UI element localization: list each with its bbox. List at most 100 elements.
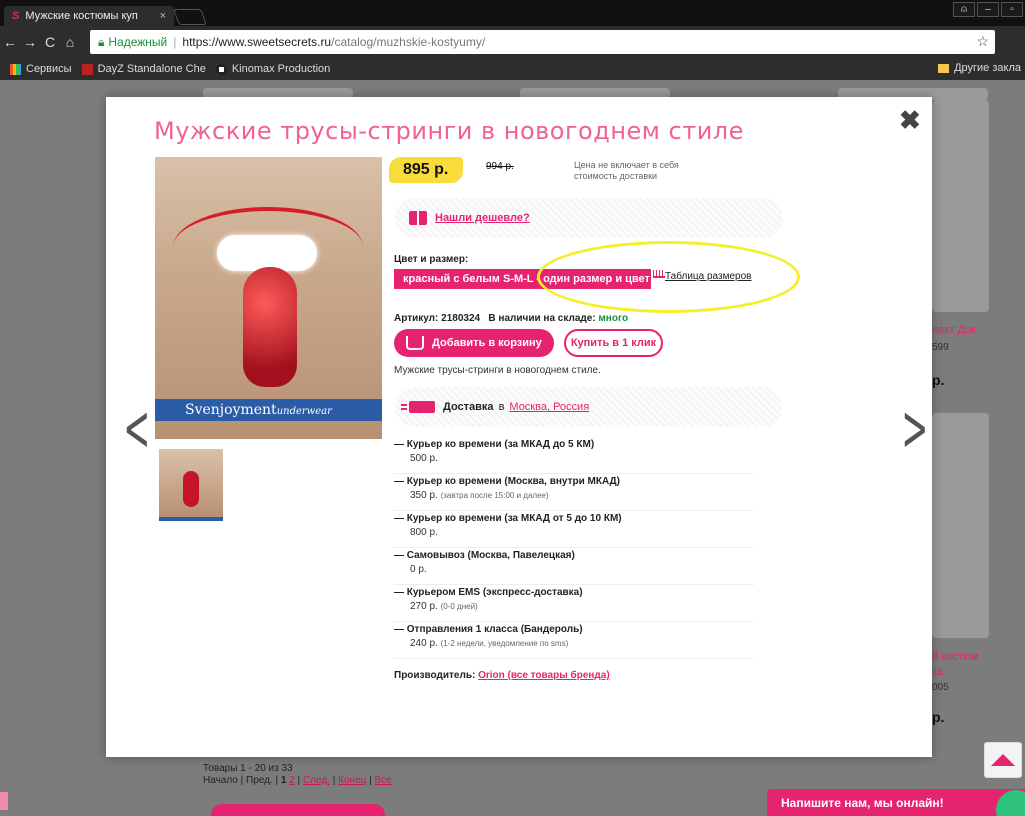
close-icon[interactable]: ✖ (899, 105, 921, 136)
delivery-option-price: 270 р. (410, 601, 438, 612)
found-cheaper-box: Нашли дешевле? (395, 198, 783, 238)
other-bookmarks-label: Другие закла (954, 62, 1021, 74)
pager-all[interactable]: Все (374, 775, 391, 786)
product-modal: ✖ Мужские трусы-стринги в новогоднем сти… (106, 97, 932, 757)
chat-widget[interactable]: Напишите нам, мы онлайн! (767, 789, 1025, 816)
bookmark-kinomax[interactable]: Kinomax Production (215, 63, 331, 75)
site-favicon-icon: S (12, 10, 20, 22)
secure-label: Надежный (108, 35, 168, 49)
delivery-option-note: (завтра после 15:00 и далее) (440, 491, 549, 500)
brand-band: Svenjoymentunderwear (155, 399, 382, 421)
price: 895 р. (389, 157, 463, 183)
thumb-detail (183, 471, 199, 507)
add-to-cart-button[interactable]: Добавить в корзину (394, 329, 554, 357)
old-price: 994 р. (486, 161, 514, 172)
bookmark-dayz[interactable]: DayZ Standalone Che (81, 63, 206, 75)
product-card-link[interactable]: лект Док (932, 324, 976, 336)
folder-icon (938, 63, 950, 73)
next-product-icon[interactable]: > (901, 397, 928, 461)
product-card-link[interactable]: й костюм (932, 651, 978, 663)
sku-line: Артикул: 2180324 В наличии на складе: мн… (394, 313, 628, 324)
delivery-option: — Курьером EMS (экспресс-доставка) 270 р… (394, 585, 754, 622)
pager-start: Начало (203, 775, 238, 786)
sku: Артикул: 2180324 (394, 313, 481, 324)
kinomax-icon (215, 63, 227, 75)
url-input[interactable]: 🔒︎ Надежный | https://www.sweetsecrets.r… (90, 30, 995, 54)
delivery-option-price: 350 р. (410, 490, 438, 501)
bookmark-label: Kinomax Production (231, 63, 331, 75)
tab-close-icon[interactable]: × (160, 10, 166, 22)
product-card-image[interactable] (932, 413, 989, 638)
address-bar: ← → C ⌂ 🔒︎ Надежный | https://www.sweets… (0, 26, 1025, 58)
back-icon[interactable]: ← (0, 34, 20, 50)
product-photo[interactable]: Svenjoymentunderwear (155, 157, 382, 439)
delivery-option-name: — Курьер ко времени (за МКАД до 5 КМ) (394, 439, 595, 450)
reload-icon[interactable]: C (40, 34, 60, 50)
product-thumbnail[interactable] (159, 449, 223, 521)
found-cheaper-link[interactable]: Нашли дешевле? (435, 212, 530, 224)
photo-detail (243, 267, 297, 387)
forward-icon[interactable]: → (20, 34, 40, 50)
new-tab-button[interactable] (173, 9, 207, 25)
pager-next[interactable]: След. (303, 775, 330, 786)
browser-tab[interactable]: S Мужские костюмы куп × (4, 6, 174, 26)
gift-icon (409, 211, 427, 225)
url-path: /catalog/muzhskie-kostyumy/ (331, 35, 486, 49)
stock-label: В наличии на складе: (488, 313, 596, 324)
lock-icon: 🔒︎ (98, 34, 105, 49)
window-controls: ⍝ – ▫ (953, 2, 1023, 17)
product-card-image[interactable] (932, 100, 989, 312)
delivery-option-name: — Самовывоз (Москва, Павелецкая) (394, 550, 575, 561)
minimize-icon[interactable]: – (977, 2, 999, 17)
buy-one-click-button[interactable]: Купить в 1 клик (564, 329, 663, 357)
delivery-city-link[interactable]: Москва, Россия (509, 401, 589, 413)
photo-brand: Svenjoyment (185, 402, 277, 418)
arrow-up-icon (991, 754, 1015, 766)
delivery-option: — Курьер ко времени (за МКАД до 5 КМ) 50… (394, 437, 754, 474)
url-host: https://www.sweetsecrets.ru (182, 35, 332, 49)
color-size-label: Цвет и размер: (394, 254, 469, 265)
product-card-code: 599 (932, 342, 949, 353)
cart-icon (406, 336, 424, 350)
product-card-link[interactable]: ка (932, 666, 943, 678)
pager-current: 1 (280, 775, 287, 786)
pager-prev: Пред. (246, 775, 273, 786)
other-bookmarks[interactable]: Другие закла (938, 62, 1021, 74)
delivery-option-name: — Курьером EMS (экспресс-доставка) (394, 587, 583, 598)
side-widget[interactable] (0, 792, 8, 810)
bookmark-apps[interactable]: Сервисы (10, 63, 72, 75)
delivery-label: Доставка (443, 401, 494, 413)
home-icon[interactable]: ⌂ (60, 34, 80, 50)
product-card-code: 005 (932, 682, 949, 693)
product-title: Мужские трусы-стринги в новогоднем стиле (154, 117, 744, 145)
manufacturer: Производитель: Orion (все товары бренда) (394, 670, 610, 681)
stock-value: много (598, 313, 629, 324)
scroll-top-button[interactable] (984, 742, 1022, 778)
pager-page-2[interactable]: 2 (289, 775, 295, 786)
delivery-in: в (498, 401, 505, 413)
delivery-option: — Самовывоз (Москва, Павелецкая) 0 р. (394, 548, 754, 585)
show-more-button[interactable] (211, 804, 385, 816)
bookmarks-bar: Сервисы DayZ Standalone Che Kinomax Prod… (0, 58, 1025, 80)
items-count: Товары 1 - 20 из 33 (203, 763, 293, 774)
delivery-option-name: — Курьер ко времени (за МКАД от 5 до 10 … (394, 513, 622, 524)
bookmark-label: Сервисы (26, 63, 72, 75)
bookmark-star-icon[interactable]: ☆ (976, 33, 989, 50)
pager-end[interactable]: Конец (338, 775, 366, 786)
dayz-icon (81, 63, 93, 75)
product-card-price: р. (932, 709, 945, 725)
delivery-option-note: (0-0 дней) (440, 602, 478, 611)
browser-tab-bar: S Мужские костюмы куп × ⍝ – ▫ (0, 0, 1025, 26)
restore-icon[interactable]: ▫ (1001, 2, 1023, 17)
manufacturer-link[interactable]: Orion (все товары бренда) (478, 670, 610, 681)
apps-icon (10, 63, 21, 75)
photo-detail (217, 235, 317, 271)
truck-icon (401, 401, 435, 413)
manufacturer-label: Производитель: (394, 670, 476, 681)
delivery-option: — Отправления 1 класса (Бандероль) 240 р… (394, 622, 754, 659)
delivery-box: Доставка в Москва, Россия (395, 387, 783, 427)
prev-product-icon[interactable]: < (123, 397, 150, 461)
bookmark-label: DayZ Standalone Che (97, 63, 206, 75)
user-icon[interactable]: ⍝ (953, 2, 975, 17)
price-note: Цена не включает в себя стоимость достав… (574, 160, 679, 181)
